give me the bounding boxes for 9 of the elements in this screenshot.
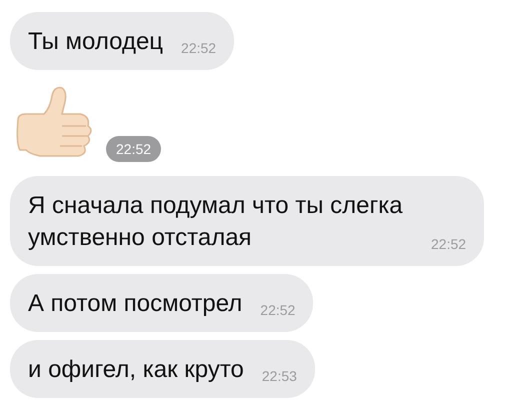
- message-time: 22:52: [431, 236, 466, 254]
- message-text: Я сначала подумал что ты слегка умственно отсталая: [28, 191, 404, 253]
- message-time: 22:52: [181, 40, 216, 58]
- message-time: 22:52: [106, 136, 162, 162]
- message-text: А потом посмотрел: [28, 289, 242, 319]
- message-time: 22:52: [260, 302, 296, 320]
- message-text: и офигел, как круто: [28, 355, 244, 385]
- message-time: 22:53: [262, 368, 297, 386]
- message-text: Ты молодец: [28, 27, 164, 57]
